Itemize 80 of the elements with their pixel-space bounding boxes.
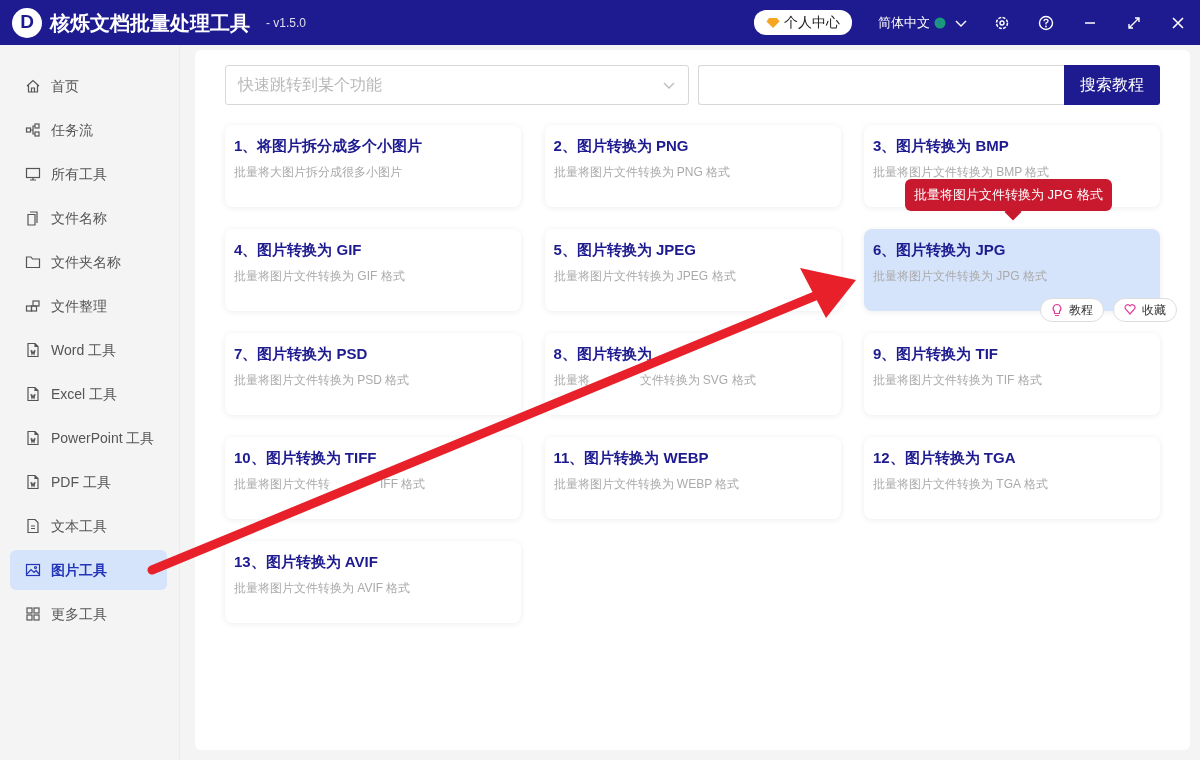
tool-description: 文件转换为 SVG 格式 (639, 371, 756, 389)
documents-icon (25, 210, 41, 226)
diamond-icon (766, 16, 780, 29)
tool-description: 批量将大图片拆分成很多小图片 (234, 163, 403, 181)
folder-icon (25, 254, 41, 270)
tool-card[interactable]: 13、图片转换为 AVIF 批量将图片文件转换为 AVIF 格式 (225, 541, 521, 623)
version-label: - v1.5.0 (266, 14, 307, 32)
tool-card[interactable]: 4、图片转换为 GIF 批量将图片文件转换为 GIF 格式 (225, 229, 521, 311)
tool-description: 批量将图片文件转换为 TGA 格式 (873, 475, 1049, 493)
image-icon (25, 562, 41, 578)
tool-title: 10、图片转换为 TIFF (234, 448, 378, 468)
sidebar-item[interactable]: 文件名称 (10, 198, 167, 238)
tool-description: 批量将图片文件转 (234, 475, 330, 493)
tool-title: 11、图片转换为 WEBP (553, 448, 710, 468)
tool-description: 批量将图片文件转换为 JPEG 格式 (553, 267, 737, 285)
tool-description: 批量将图片文件转换为 GIF 格式 (234, 267, 406, 285)
tool-description: 批量将 (553, 371, 590, 389)
sidebar-item[interactable]: 文本工具 (10, 506, 167, 546)
bulb-icon (1051, 303, 1063, 317)
document-icon (25, 386, 41, 402)
document-icon (25, 342, 41, 358)
tool-card[interactable]: 8、图片转换为 批量将 文件转换为 SVG 格式 (544, 333, 841, 415)
tool-card[interactable]: 11、图片转换为 WEBP 批量将图片文件转换为 WEBP 格式 (544, 437, 841, 519)
tool-title: 3、图片转换为 BMP (873, 136, 1010, 156)
tool-title: 13、图片转换为 AVIF (234, 552, 379, 572)
app-title: 核烁文档批量处理工具 (50, 10, 250, 36)
sidebar-item[interactable]: Excel 工具 (10, 374, 167, 414)
tooltip: 批量将图片文件转换为 JPG 格式 (905, 179, 1112, 211)
tool-description: IFF 格式 (380, 475, 426, 493)
tool-description: 批量将图片文件转换为 PNG 格式 (553, 163, 732, 181)
tool-title: 8、图片转换为 (553, 344, 653, 364)
document-icon (25, 518, 41, 534)
sidebar-item[interactable]: 首页 (10, 66, 167, 106)
tool-title: 6、图片转换为 JPG (873, 240, 1007, 260)
tutorial-button[interactable]: 教程 (1040, 298, 1104, 322)
tool-description: 批量将图片文件转换为 PSD 格式 (234, 371, 411, 389)
document-icon (25, 430, 41, 446)
favorite-button[interactable]: 收藏 (1113, 298, 1177, 322)
tool-card[interactable]: 12、图片转换为 TGA 批量将图片文件转换为 TGA 格式 (864, 437, 1160, 519)
sidebar-item[interactable]: 图片工具 (10, 550, 167, 590)
language-selector[interactable]: 简体中文 (878, 12, 930, 33)
sidebar-item[interactable]: 所有工具 (10, 154, 167, 194)
heart-icon (1124, 303, 1136, 317)
sidebar-item[interactable]: 文件整理 (10, 286, 167, 326)
app-logo: D (12, 7, 42, 38)
tool-description: 批量将图片文件转换为 BMP 格式 (873, 163, 1051, 181)
sidebar-item[interactable]: PowerPoint 工具 (10, 418, 167, 458)
tool-description: 批量将图片文件转换为 JPG 格式 (873, 267, 1048, 285)
tool-title: 7、图片转换为 PSD (234, 344, 369, 364)
tool-title: 9、图片转换为 TIF (873, 344, 999, 364)
tool-title: 1、将图片拆分成多个小图片 (234, 136, 424, 156)
blocks-icon (25, 298, 41, 314)
nodes-icon (25, 122, 41, 138)
tool-title: 12、图片转换为 TGA (873, 448, 1017, 468)
search-field[interactable] (698, 65, 1064, 105)
sidebar-item[interactable]: 任务流 (10, 110, 167, 150)
tool-description: 批量将图片文件转换为 AVIF 格式 (234, 579, 412, 597)
search-tutorial-button[interactable]: 搜索教程 (1064, 65, 1160, 105)
grid-icon (25, 606, 41, 622)
sidebar-item[interactable]: 更多工具 (10, 594, 167, 634)
placeholder-text: 快速跳转到某个功能 (238, 75, 382, 95)
tool-card[interactable]: 7、图片转换为 PSD 批量将图片文件转换为 PSD 格式 (225, 333, 521, 415)
home-icon (25, 78, 41, 94)
sidebar-item[interactable]: Word 工具 (10, 330, 167, 370)
account-button[interactable]: 个人中心 (754, 10, 852, 35)
document-icon (25, 474, 41, 490)
sidebar-item[interactable]: 文件夹名称 (10, 242, 167, 282)
tool-title: 5、图片转换为 JPEG (553, 240, 698, 260)
globe-icon (934, 16, 946, 29)
tool-card[interactable]: 5、图片转换为 JPEG 批量将图片文件转换为 JPEG 格式 (544, 229, 841, 311)
tool-title: 4、图片转换为 GIF (234, 240, 363, 260)
tool-card[interactable]: 9、图片转换为 TIF 批量将图片文件转换为 TIF 格式 (864, 333, 1160, 415)
tool-card[interactable]: 1、将图片拆分成多个小图片 批量将大图片拆分成很多小图片 (225, 125, 521, 207)
monitor-icon (25, 166, 41, 182)
sidebar-item[interactable]: PDF 工具 (10, 462, 167, 502)
tool-title: 2、图片转换为 PNG (553, 136, 690, 156)
tool-description: 批量将图片文件转换为 TIF 格式 (873, 371, 1043, 389)
tool-card[interactable]: 2、图片转换为 PNG 批量将图片文件转换为 PNG 格式 (544, 125, 841, 207)
tool-card[interactable]: 10、图片转换为 TIFF 批量将图片文件转 IFF 格式 (225, 437, 521, 519)
tool-description: 批量将图片文件转换为 WEBP 格式 (553, 475, 741, 493)
